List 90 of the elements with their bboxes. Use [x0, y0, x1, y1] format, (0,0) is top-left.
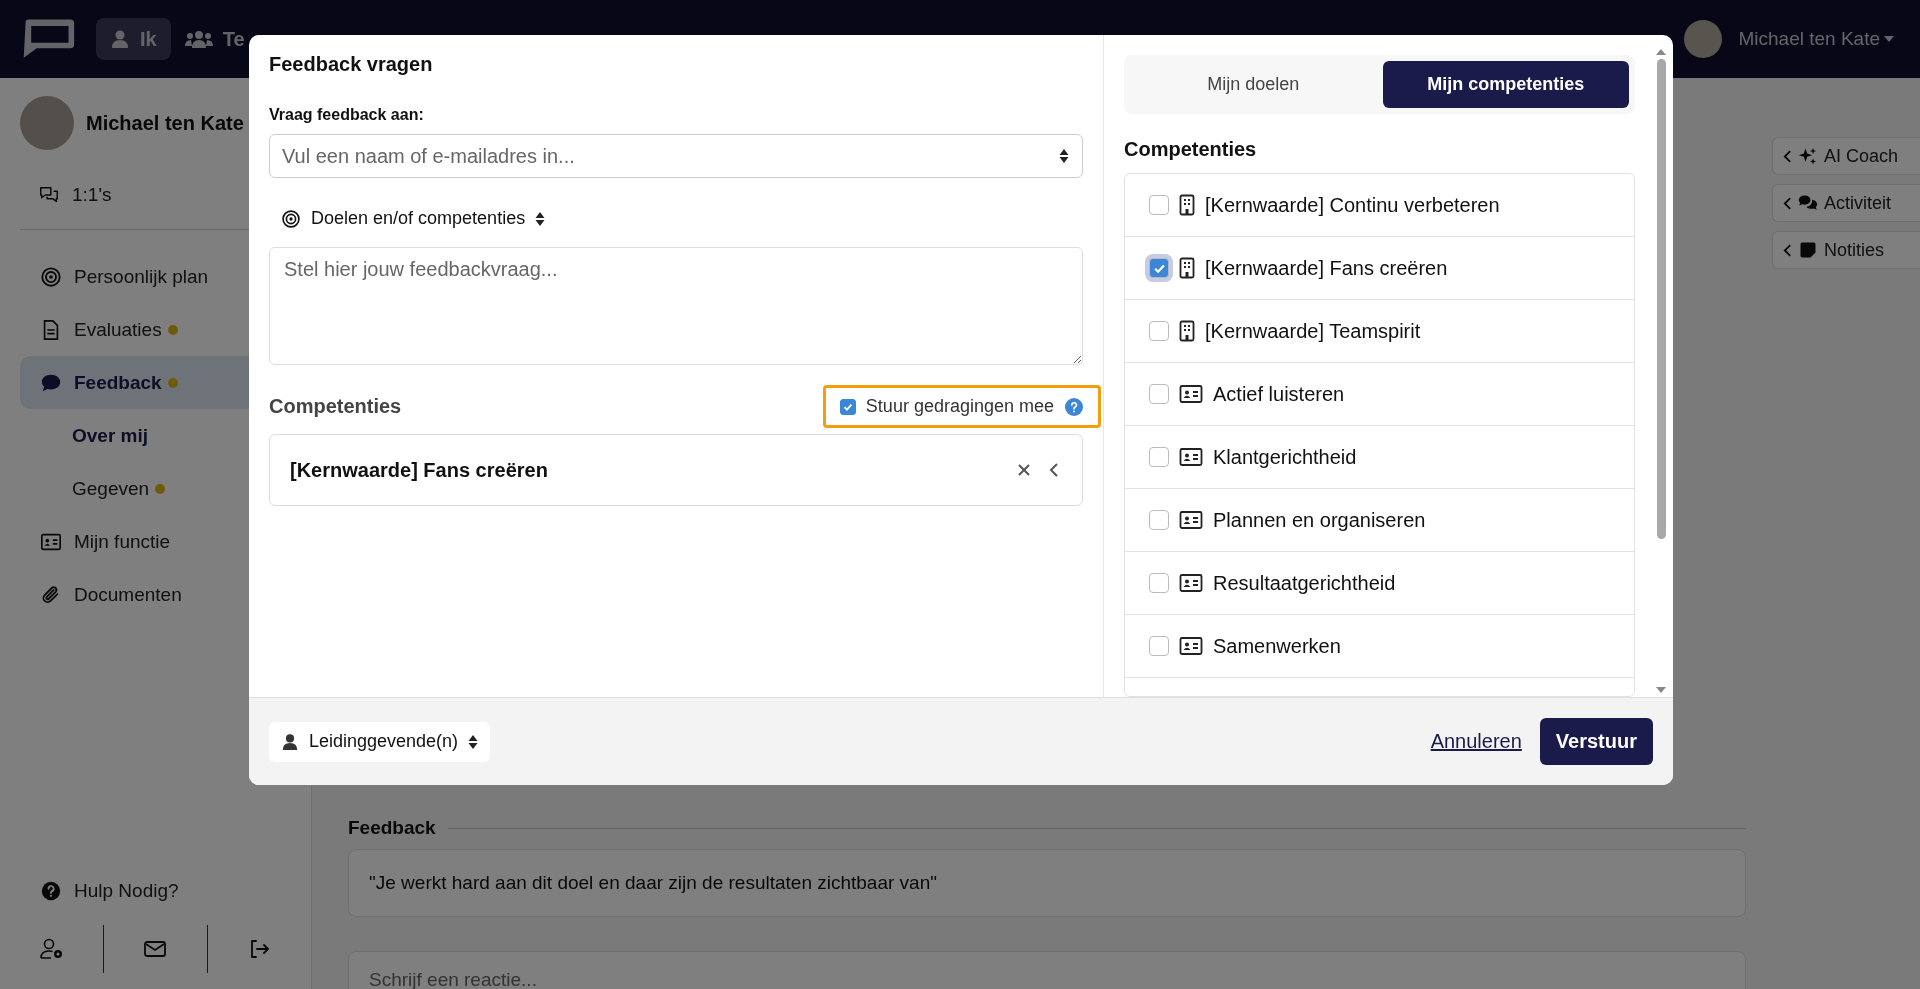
person-icon: [281, 732, 299, 751]
people-icon: [184, 29, 213, 49]
sort-caret-icon: [1059, 148, 1069, 164]
id-card-icon: [1179, 573, 1203, 593]
competency-name: [Kernwaarde] Teamspirit: [1205, 319, 1421, 343]
competency-name: Plannen en organiseren: [1213, 508, 1426, 532]
chevron-left-icon: [1783, 242, 1792, 258]
building-icon: [1179, 257, 1195, 279]
help-icon: [40, 879, 62, 902]
avatar[interactable]: [1684, 20, 1723, 58]
sort-caret-icon: [468, 733, 479, 750]
panel-label: Notities: [1824, 239, 1885, 261]
competency-name: Samenwerken: [1213, 634, 1341, 658]
sidebar-label: Mijn functie: [74, 530, 171, 553]
competency-row[interactable]: [Kernwaarde] Teamspirit: [1125, 300, 1634, 363]
panel-toggle[interactable]: Activiteit: [1772, 184, 1920, 222]
feedback-quote: "Je werkt hard aan dit doel en daar zijn de resultaten zichtbaar van": [348, 849, 1746, 917]
close-icon[interactable]: [1016, 462, 1032, 478]
checkbox[interactable]: [1149, 195, 1169, 215]
help-link[interactable]: Hulp Nodig?: [20, 864, 291, 917]
competency-row[interactable]: Samenwerken: [1125, 615, 1634, 678]
section-heading: Feedback: [348, 817, 436, 839]
caret-icon: [1884, 36, 1894, 42]
panel-toggle[interactable]: AI Coach: [1772, 137, 1920, 175]
checkbox[interactable]: [1149, 573, 1169, 593]
checkbox[interactable]: [1149, 636, 1169, 656]
scroll-down-icon[interactable]: [1656, 687, 1666, 693]
list-heading: Competenties: [1124, 138, 1258, 161]
competency-name: Klantgerichtheid: [1213, 445, 1357, 469]
avatar: [20, 96, 74, 150]
option-label: Stuur gedragingen mee: [865, 396, 1054, 417]
tab[interactable]: Mijn competenties: [1382, 61, 1629, 108]
sidebar-label: Feedback: [74, 371, 162, 394]
help-label: Hulp Nodig?: [74, 879, 179, 902]
send-behaviours-option[interactable]: Stuur gedragingen mee: [822, 385, 1101, 428]
chevron-left-icon: [1783, 195, 1792, 211]
checkbox[interactable]: [1149, 321, 1169, 341]
question-field[interactable]: Stel hier jouw feedbackvraag...: [269, 247, 1083, 365]
comments-icon: [1798, 193, 1818, 213]
competency-name: [Kernwaarde] Fans creëren: [290, 458, 549, 482]
id-card-icon: [1179, 510, 1203, 530]
target-icon: [40, 265, 62, 288]
panel-label: Activiteit: [1824, 192, 1892, 214]
sidebar-label: Persoonlijk plan: [74, 265, 209, 288]
checkbox[interactable]: [839, 398, 856, 415]
checkbox[interactable]: [1149, 510, 1169, 530]
competency-name: Resultaatgerichtheid: [1213, 571, 1396, 595]
submit-button[interactable]: Verstuur: [1539, 718, 1653, 765]
dialog-title: Feedback vragen: [269, 53, 434, 76]
sparkle-icon: [1798, 146, 1818, 166]
building-icon: [1179, 320, 1195, 342]
person-icon: [110, 29, 130, 49]
competency-row[interactable]: [Kernwaarde] Continu verbeteren: [1125, 174, 1634, 237]
checkbox[interactable]: [1149, 447, 1169, 467]
sidebar-label: Evaluaties: [74, 318, 162, 341]
tab[interactable]: Mijn doelen: [1130, 61, 1377, 108]
id-card-icon: [1179, 447, 1203, 467]
checkbox[interactable]: [1149, 384, 1169, 404]
audience-select[interactable]: Leidinggevende(n): [269, 721, 491, 762]
sidebar-item[interactable]: Mijn functie: [20, 515, 291, 568]
scroll-up-icon[interactable]: [1656, 49, 1666, 55]
competency-row[interactable]: [Kernwaarde] Fans creëren: [1125, 237, 1634, 300]
building-icon: [1179, 194, 1195, 216]
chevron-left-icon: [1783, 148, 1792, 164]
id-card-icon: [1179, 384, 1203, 404]
competency-row[interactable]: Plannen en organiseren: [1125, 489, 1634, 552]
competency-row[interactable]: Klantgerichtheid: [1125, 426, 1634, 489]
panel-toggle[interactable]: Notities: [1772, 231, 1920, 269]
user-name: Michael ten Kate: [86, 111, 244, 135]
note-icon: [1798, 240, 1818, 260]
target-icon: [281, 208, 301, 229]
type-select[interactable]: Doelen en/of competenties: [281, 208, 546, 229]
sidebar-subitem[interactable]: Gegeven: [20, 462, 291, 515]
sidebar-label: Documenten: [74, 583, 182, 606]
competency-name: [Kernwaarde] Continu verbeteren: [1205, 193, 1500, 217]
recipient-select[interactable]: Vul een naam of e-mailadres in...: [269, 134, 1083, 178]
panel-label: AI Coach: [1824, 145, 1899, 167]
field-label: Vraag feedback aan:: [269, 106, 425, 124]
cancel-link[interactable]: Annuleren: [1430, 730, 1522, 753]
help-icon[interactable]: [1064, 396, 1084, 417]
sidebar-item[interactable]: Documenten: [20, 568, 291, 621]
competency-row[interactable]: Resultaatgerichtheid: [1125, 552, 1634, 615]
competency-row[interactable]: Actief luisteren: [1125, 363, 1634, 426]
sidebar-label: Gegeven: [72, 477, 150, 500]
id-card-icon: [1179, 636, 1203, 656]
competency-name: [Kernwaarde] Fans creëren: [1205, 256, 1448, 280]
sidebar-label: Over mij: [72, 424, 149, 447]
competency-name: Actief luisteren: [1213, 382, 1345, 406]
sidebar-label: 1:1's: [72, 183, 112, 206]
sort-caret-icon: [535, 210, 546, 227]
